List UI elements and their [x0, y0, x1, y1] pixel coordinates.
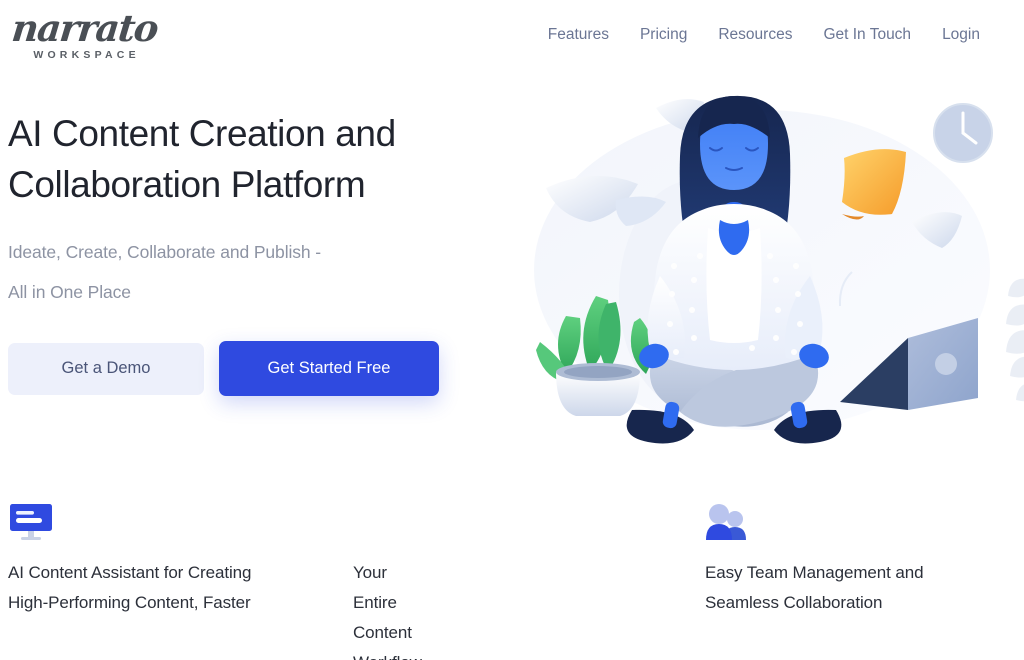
- nav-link-get-in-touch[interactable]: Get In Touch: [823, 26, 911, 44]
- get-a-demo-button[interactable]: Get a Demo: [8, 342, 204, 395]
- hero-title-line-1: AI Content Creation and: [8, 113, 396, 154]
- hero-subtitle-line-2: All in One Place: [8, 282, 131, 302]
- feature-item-team-management: Easy Team Management and Seamless Collab…: [705, 490, 1024, 618]
- wall-clock: [933, 103, 993, 163]
- hero-copy: AI Content Creation and Collaboration Pl…: [8, 108, 478, 396]
- feature-text-3: Easy Team Management and Seamless Collab…: [705, 558, 971, 618]
- feature-3-line-2: Seamless Collaboration: [705, 593, 883, 612]
- hero-subtitle: Ideate, Create, Collaborate and Publish …: [8, 232, 478, 312]
- feature-item-content-workflow: Your Entire Content Workflow in One Plac…: [8, 490, 422, 660]
- hero-title-line-2: Collaboration Platform: [8, 164, 366, 205]
- fern-leaf-decoration: [1006, 278, 1024, 402]
- feature-3-line-1: Easy Team Management and: [705, 563, 924, 582]
- page-title: AI Content Creation and Collaboration Pl…: [8, 108, 478, 210]
- hero-subtitle-line-1: Ideate, Create, Collaborate and Publish …: [8, 242, 322, 262]
- nav-link-resources[interactable]: Resources: [718, 26, 792, 44]
- feature-2-line-1: Your Entire Content Workflow in: [353, 563, 422, 660]
- hero-cta-group: Get a Demo Get Started Free: [8, 341, 478, 396]
- nav-link-features[interactable]: Features: [548, 26, 609, 44]
- site-header: narrato WORKSPACE Features Pricing Resou…: [0, 0, 1024, 70]
- team-people-icon: [705, 490, 971, 542]
- nav-link-login[interactable]: Login: [942, 26, 980, 44]
- brand-name: narrato: [9, 5, 160, 50]
- features-section: AI Content Assistant for Creating High-P…: [0, 490, 1024, 660]
- nav-link-pricing[interactable]: Pricing: [640, 26, 687, 44]
- main-navigation: Features Pricing Resources Get In Touch …: [548, 26, 980, 44]
- get-started-free-button[interactable]: Get Started Free: [219, 341, 439, 396]
- brand-logo[interactable]: narrato WORKSPACE: [9, 5, 160, 61]
- hero-section: AI Content Creation and Collaboration Pl…: [0, 70, 1024, 490]
- brand-tagline: WORKSPACE: [33, 48, 140, 61]
- meditating-person-illustration: [504, 80, 1024, 480]
